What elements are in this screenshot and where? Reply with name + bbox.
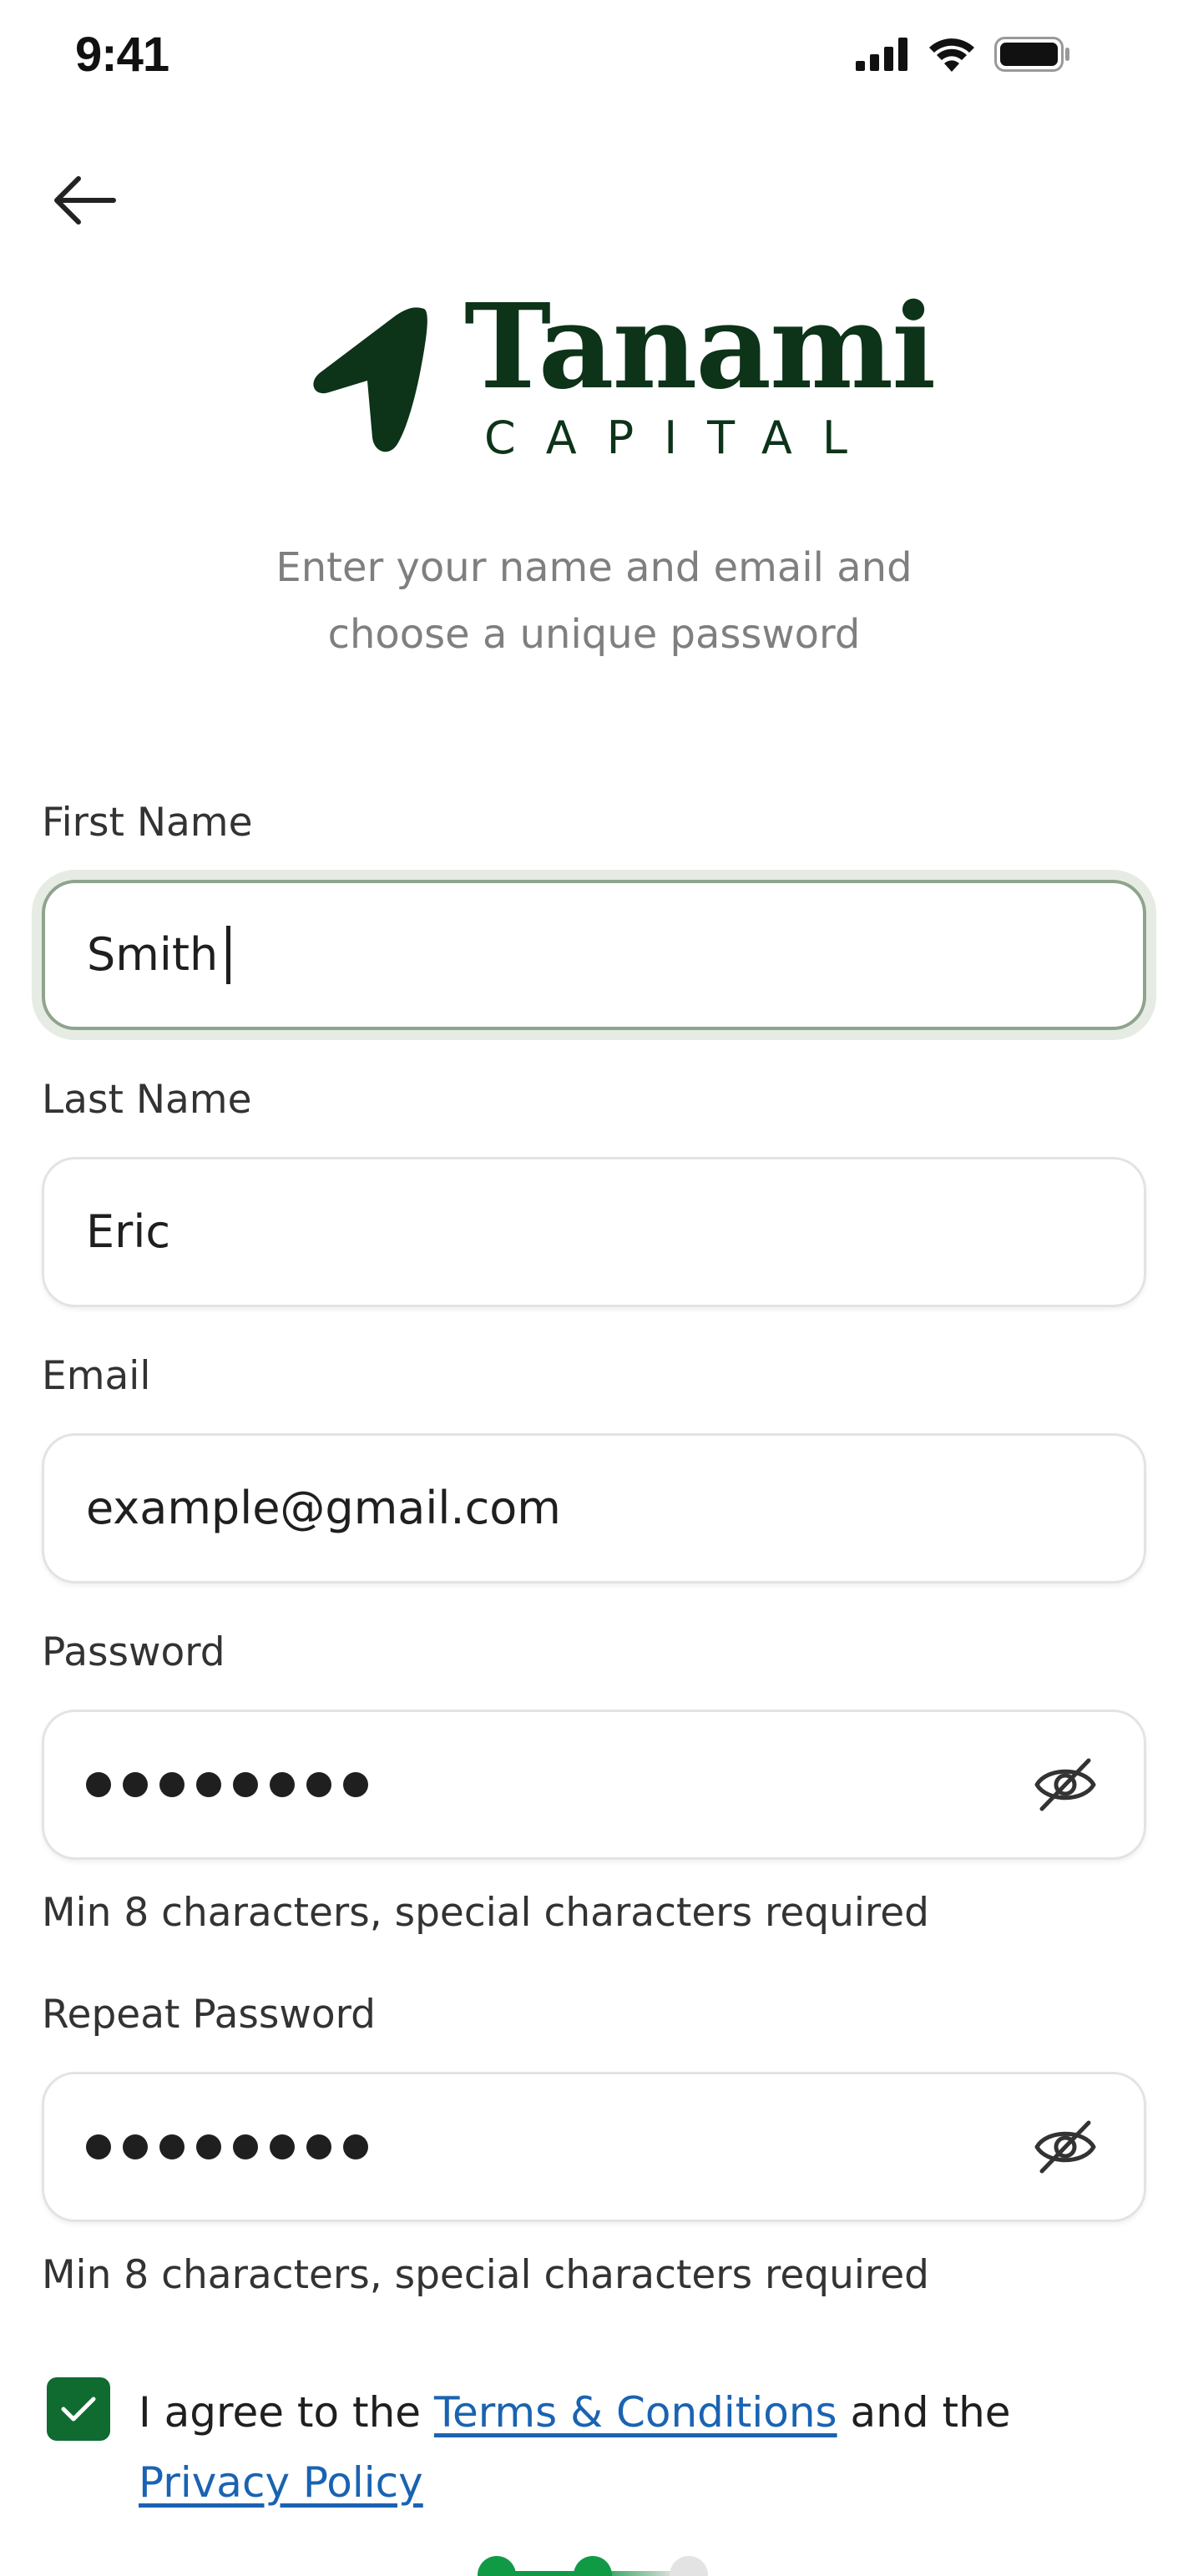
repeat-password-visibility-toggle[interactable] [1032, 2114, 1099, 2180]
email-value: example@gmail.com [86, 1482, 561, 1534]
last-name-value: Eric [86, 1205, 171, 1258]
password-field[interactable] [42, 1710, 1146, 1860]
page-subtitle: Enter your name and email and choose a u… [0, 534, 1188, 668]
eye-off-icon [1034, 2120, 1096, 2174]
check-icon [61, 2397, 96, 2422]
terms-agreement-text: I agree to the Terms & Conditions and th… [139, 2377, 1124, 2518]
email-label: Email [42, 1353, 151, 1399]
subtitle-line-2: choose a unique password [327, 611, 861, 658]
first-name-value: Smith [87, 928, 219, 981]
signal-icon [856, 38, 907, 71]
last-name-label: Last Name [42, 1077, 252, 1123]
subtitle-line-1: Enter your name and email and [276, 544, 912, 591]
repeat-password-masked-value [86, 2134, 368, 2159]
eye-off-icon [1034, 1758, 1096, 1811]
repeat-password-label: Repeat Password [42, 1992, 376, 2038]
privacy-policy-link[interactable]: Privacy Policy [139, 2458, 423, 2507]
password-masked-value [86, 1772, 368, 1797]
status-icons [856, 37, 1071, 72]
last-name-field[interactable]: Eric [42, 1157, 1146, 1307]
repeat-password-hint: Min 8 characters, special characters req… [42, 2252, 929, 2298]
logo-subtitle: CAPITAL [484, 412, 877, 464]
email-field[interactable]: example@gmail.com [42, 1433, 1146, 1583]
first-name-label: First Name [42, 800, 253, 846]
progress-step-1 [478, 2556, 516, 2576]
terms-prefix: I agree to the [139, 2388, 434, 2437]
password-visibility-toggle[interactable] [1032, 1751, 1099, 1818]
terms-checkbox[interactable] [47, 2377, 110, 2441]
text-caret [226, 926, 231, 984]
first-name-field[interactable]: Smith [42, 880, 1146, 1030]
status-time: 9:41 [75, 28, 169, 82]
logo-wordmark: Tanami [464, 279, 936, 416]
logo-mark-icon [313, 307, 427, 452]
back-button[interactable] [48, 164, 122, 237]
repeat-password-field[interactable] [42, 2072, 1146, 2222]
terms-conditions-link[interactable]: Terms & Conditions [434, 2388, 837, 2437]
terms-middle: and the [837, 2388, 1011, 2437]
battery-icon [994, 37, 1069, 72]
wifi-icon [929, 38, 974, 72]
password-hint: Min 8 characters, special characters req… [42, 1890, 929, 1936]
progress-step-2 [574, 2556, 612, 2576]
password-label: Password [42, 1629, 225, 1675]
step-progress-indicator [476, 2554, 718, 2576]
brand-logo: Tanami CAPITAL [309, 289, 936, 467]
progress-step-3 [670, 2556, 708, 2576]
status-bar: 9:41 [0, 0, 1188, 109]
arrow-left-icon [54, 176, 116, 225]
